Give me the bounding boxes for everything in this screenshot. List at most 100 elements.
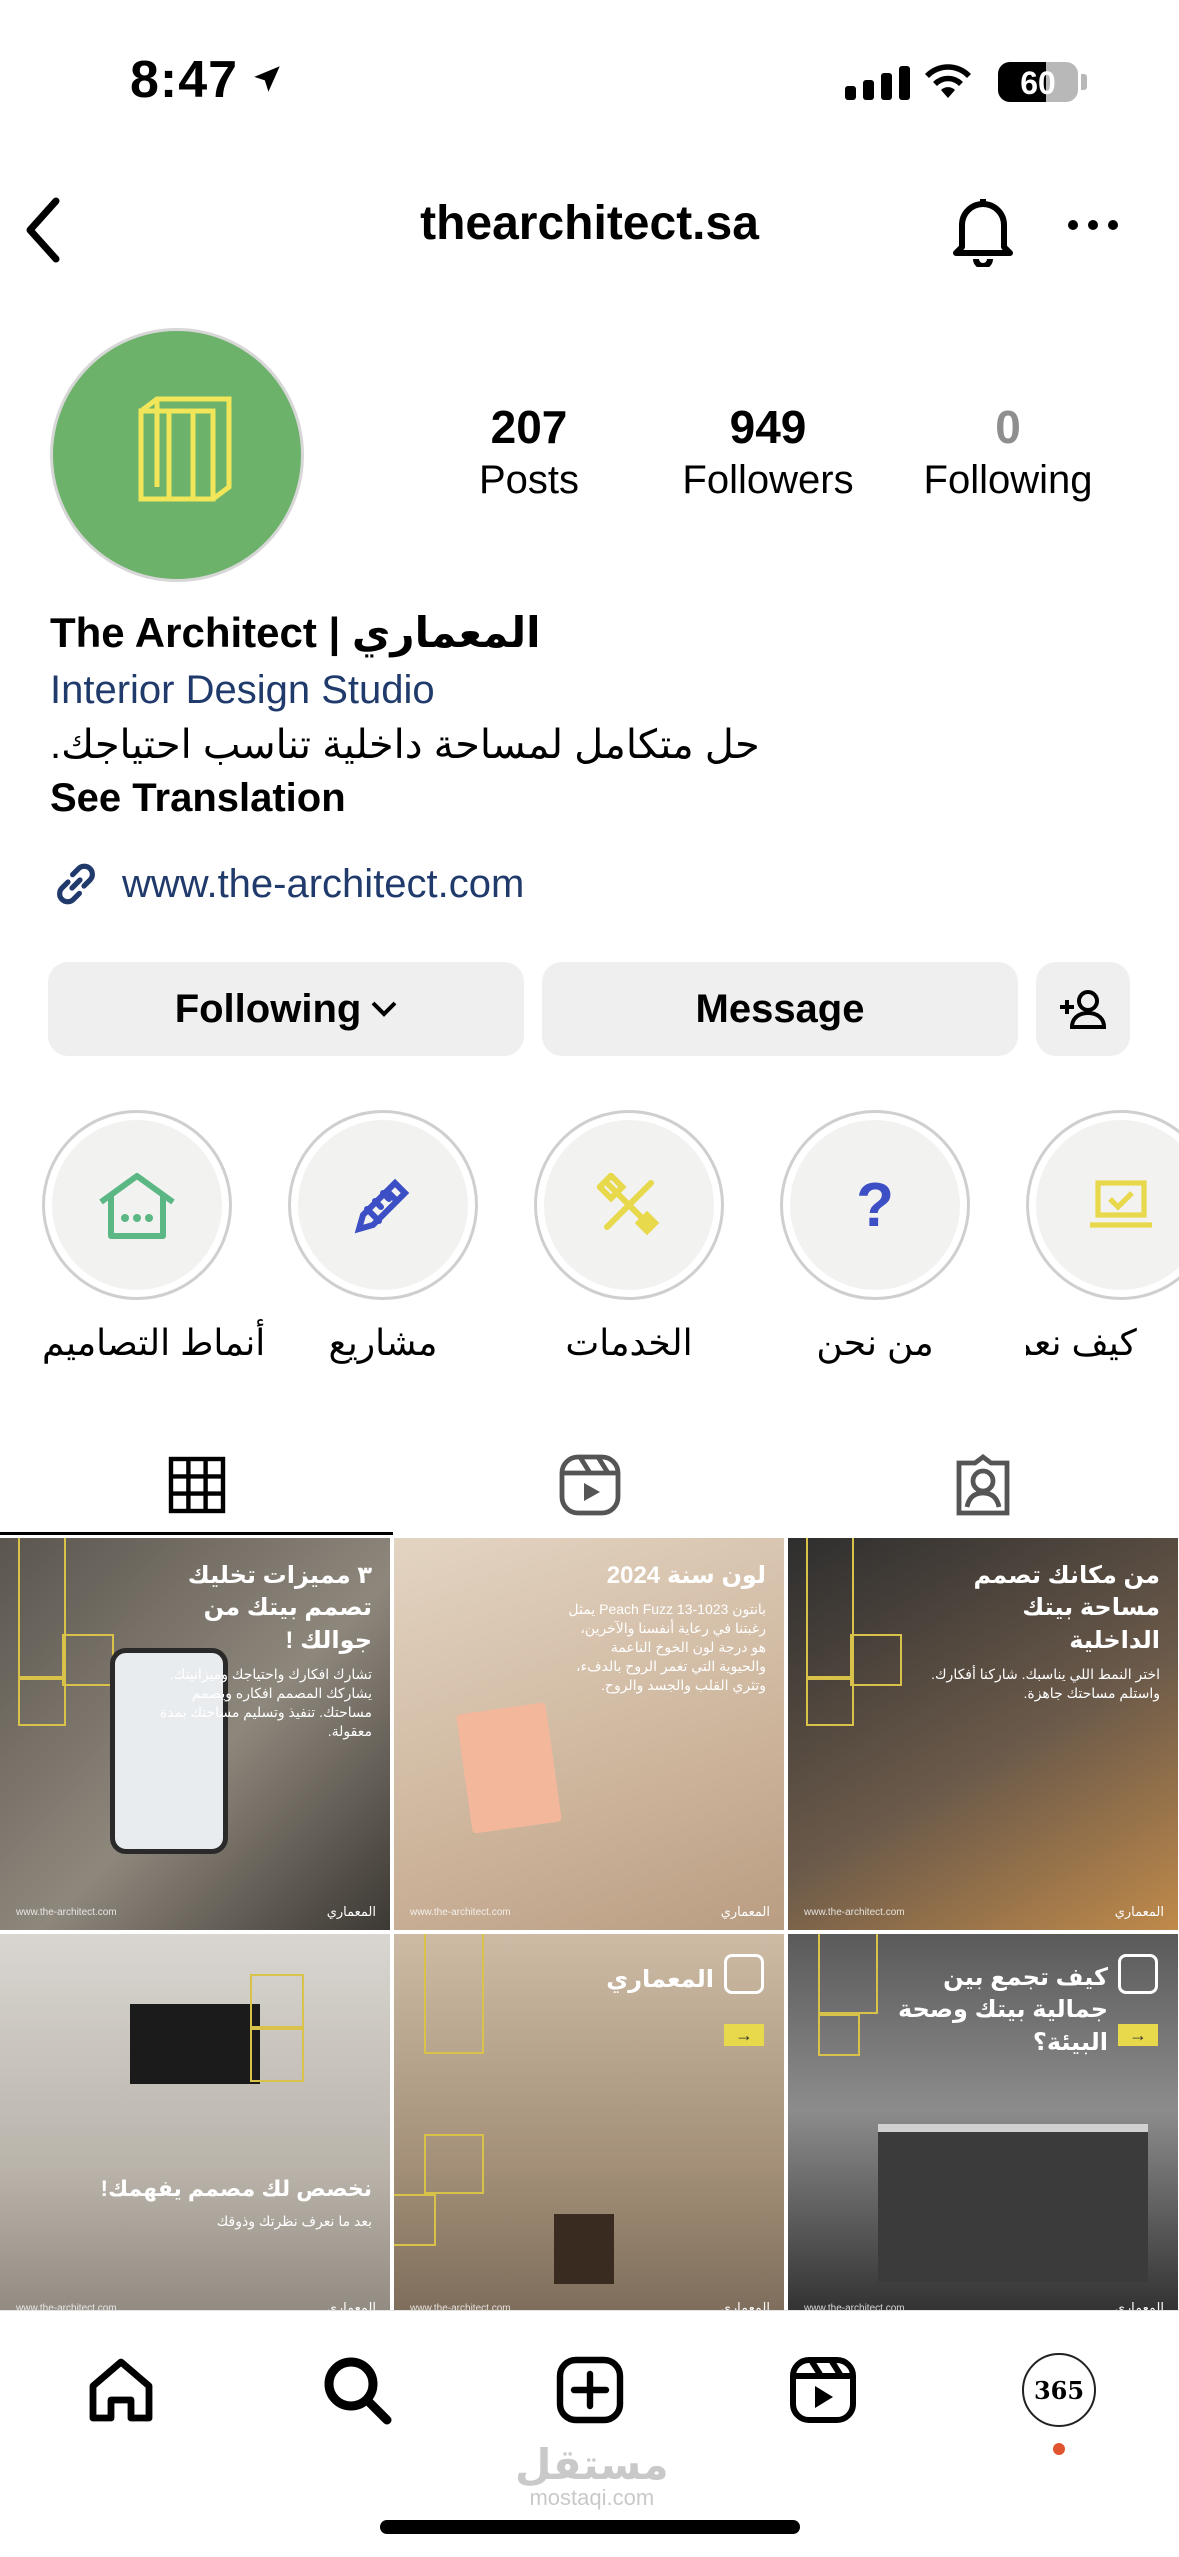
arrow-icon: → <box>724 2024 764 2046</box>
post-tile[interactable]: → المعماري المعماري www.the-architect.co… <box>394 1934 784 2326</box>
post-text: بعد ما نعرف نظرتك وذوقك <box>216 2212 372 2229</box>
create-icon <box>556 2356 624 2424</box>
wifi-icon <box>920 58 976 107</box>
post-brand: المعماري <box>326 1904 376 1919</box>
pencil-ruler-icon <box>354 1178 410 1234</box>
nav-create[interactable] <box>545 2345 635 2435</box>
link-icon <box>57 863 95 905</box>
see-translation-link[interactable]: See Translation <box>50 776 346 821</box>
home-icon <box>89 2358 153 2422</box>
add-user-icon <box>1060 990 1107 1029</box>
highlight-label: مشاريع <box>328 1322 438 1363</box>
chevron-down-icon <box>371 1001 397 1017</box>
carousel-icon <box>1118 1954 1158 1994</box>
post-brand: المعماري <box>720 1904 770 1919</box>
highlight-item[interactable]: الخدمات <box>534 1110 724 1364</box>
laptop-icon <box>1090 1180 1152 1228</box>
post-title: من مكانك تصمم مساحة بيتك الداخلية اختر ال… <box>931 1562 1160 1702</box>
post-tile[interactable]: → كيف تجمع بين جمالية بيتك وصحة البيئة؟ … <box>788 1934 1178 2326</box>
stat-label: Posts <box>478 458 580 502</box>
stat-posts[interactable]: 207 Posts <box>424 400 634 503</box>
highlight-item[interactable]: أنماط التصاميم <box>42 1110 266 1364</box>
message-label: Message <box>695 986 865 1031</box>
profile-name: The Architect | المعماري <box>50 609 541 656</box>
avatar[interactable] <box>50 328 304 582</box>
battery-percent: 60 <box>1020 65 1056 101</box>
post-tile[interactable]: ٣ مميزات تخليك تصمم بيتك من جوالك ! تشارك… <box>0 1538 390 1930</box>
reels-icon <box>790 2357 856 2423</box>
stat-followers[interactable]: 949 Followers <box>663 400 873 503</box>
watermark-sub: mostaqi.com <box>529 2485 655 2510</box>
post-text: تشارك افكارك واحتياجك وميزانيتك. يشاركك … <box>159 1666 372 1739</box>
profile-icon: 365 <box>1022 2353 1096 2427</box>
highlight-label: من نحن <box>816 1322 934 1363</box>
post-title: نخصص لك مصمم يفهمك! بعد ما نعرف نظرتك وذو… <box>100 2176 372 2229</box>
post-text: اختر النمط اللي يناسبك. شاركنا أفكارك. و… <box>931 1666 1160 1702</box>
stat-following[interactable]: 0 Following <box>903 400 1113 503</box>
highlight-item[interactable]: كيف نعمل <box>1026 1110 1179 1364</box>
post-url: www.the-architect.com <box>410 1907 511 1918</box>
status-time: 8:47 <box>130 51 239 109</box>
profile-link-text: www.the-architect.com <box>122 861 525 906</box>
profile-bio: حل متكامل لمساحة داخلية تناسب احتياجك. <box>50 723 760 767</box>
table-illustration <box>554 2214 614 2284</box>
post-text: بانتون Peach Fuzz 13-1023 يمثل رغبتنا في… <box>568 1601 766 1693</box>
post-url: www.the-architect.com <box>16 1907 117 1918</box>
nav-search[interactable] <box>312 2345 402 2435</box>
highlight-label: أنماط التصاميم <box>42 1322 266 1363</box>
post-title: كيف تجمع بين جمالية بيتك وصحة البيئة؟ <box>897 1964 1108 2056</box>
building-illustration <box>878 2124 1148 2282</box>
pantone-card <box>456 1702 562 1834</box>
profile-link[interactable]: www.the-architect.com <box>50 858 524 910</box>
notification-dot <box>1053 2443 1065 2455</box>
active-tab-underline <box>0 1532 393 1535</box>
question-icon: ? <box>856 1170 894 1240</box>
nav-home[interactable] <box>76 2345 166 2435</box>
tab-tagged[interactable] <box>786 1435 1179 1535</box>
battery-nub <box>1081 74 1087 90</box>
nav-profile[interactable]: 365 <box>1014 2345 1104 2435</box>
following-button[interactable]: Following <box>48 962 524 1056</box>
following-label: Following <box>174 986 362 1031</box>
post-title: المعماري <box>606 1966 714 1993</box>
stat-label: Followers <box>682 458 854 502</box>
suggested-users-button[interactable] <box>1036 962 1130 1056</box>
nav-reels[interactable] <box>778 2345 868 2435</box>
location-arrow-icon <box>250 62 284 101</box>
profile-category[interactable]: Interior Design Studio <box>50 668 435 713</box>
tools-icon <box>597 1173 660 1236</box>
home-indicator <box>380 2520 800 2534</box>
grid-icon <box>168 1456 225 1514</box>
watermark-text: مستقل <box>515 2441 669 2488</box>
post-tile[interactable]: من مكانك تصمم مساحة بيتك الداخلية اختر ال… <box>788 1538 1178 1930</box>
watermark: مستقل mostaqi.com <box>515 2440 669 2511</box>
cellular-signal-icon <box>845 66 910 100</box>
tv-illustration <box>130 2004 260 2084</box>
post-tile[interactable]: لون سنة 2024 بانتون Peach Fuzz 13-1023 يم… <box>394 1538 784 1930</box>
tab-reels[interactable] <box>393 1435 786 1535</box>
post-brand: المعماري <box>1114 1904 1164 1919</box>
post-title: ٣ مميزات تخليك تصمم بيتك من جوالك ! تشارك… <box>142 1560 372 1741</box>
notification-bell-icon[interactable] <box>950 195 1016 272</box>
house-icon <box>99 1173 175 1239</box>
search-icon <box>324 2357 392 2425</box>
architect-logo-icon <box>138 396 232 502</box>
highlight-label: الخدمات <box>565 1322 693 1363</box>
stat-label: Following <box>923 458 1093 502</box>
stat-value: 207 <box>490 401 568 453</box>
post-tile[interactable]: نخصص لك مصمم يفهمك! بعد ما نعرف نظرتك وذو… <box>0 1934 390 2326</box>
stat-value: 0 <box>995 401 1021 453</box>
tab-grid[interactable] <box>0 1435 393 1535</box>
message-button[interactable]: Message <box>542 962 1018 1056</box>
stat-value: 949 <box>729 401 807 453</box>
reels-icon <box>559 1454 620 1516</box>
tagged-icon <box>956 1454 1009 1516</box>
battery-indicator: 60 <box>998 62 1078 102</box>
carousel-icon <box>724 1954 764 1994</box>
highlight-item[interactable]: ? من نحن <box>780 1110 970 1364</box>
post-title: لون سنة 2024 بانتون Peach Fuzz 13-1023 يم… <box>566 1560 766 1695</box>
more-options-icon[interactable] <box>1068 220 1118 230</box>
highlight-label: كيف نعمل <box>1026 1322 1137 1363</box>
arrow-icon: → <box>1118 2024 1158 2046</box>
highlight-item[interactable]: مشاريع <box>288 1110 478 1364</box>
